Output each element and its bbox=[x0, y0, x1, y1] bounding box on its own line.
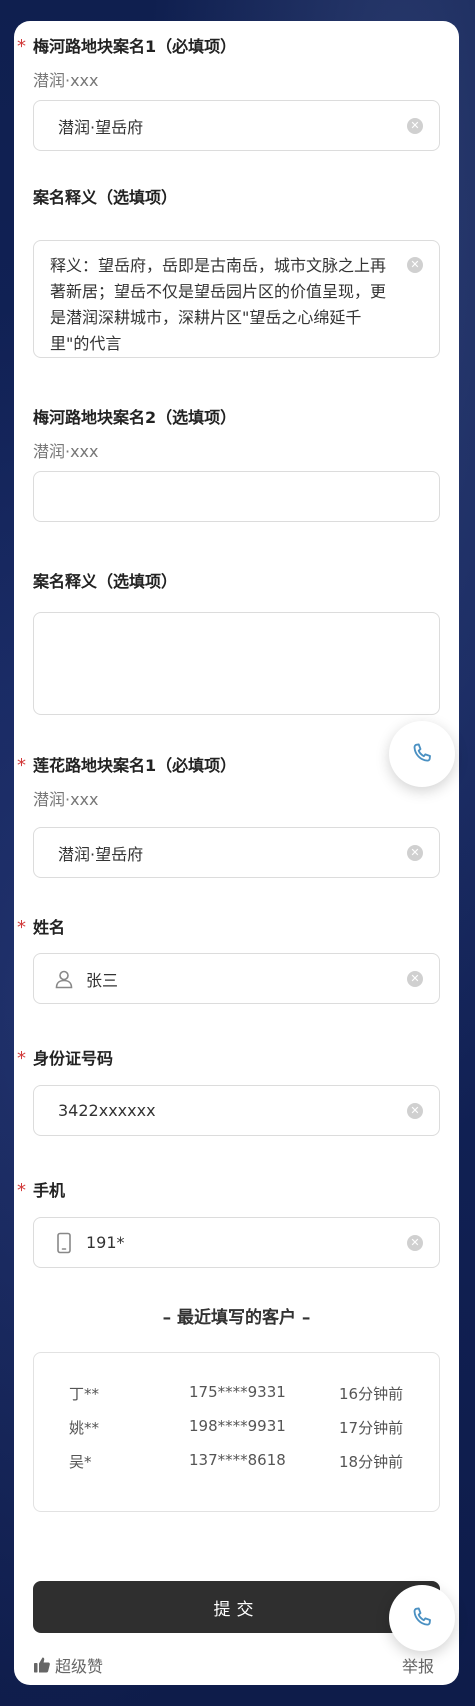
input-value: 潜润·望岳府 bbox=[58, 844, 144, 864]
field-label: 案名释义（选填项） bbox=[33, 188, 178, 207]
like-button[interactable]: 超级赞 bbox=[33, 1653, 103, 1677]
textarea-value bbox=[34, 613, 439, 635]
customer-time: 18分钟前 bbox=[339, 1453, 404, 1471]
field-meihe-name-1: * 梅河路地块案名1（必填项） 潜润·xxx bbox=[14, 31, 459, 90]
customer-phone: 175****9331 bbox=[189, 1383, 286, 1401]
customer-name: 吴* bbox=[69, 1453, 92, 1471]
field-hint: 潜润·xxx bbox=[33, 442, 99, 461]
required-mark: * bbox=[17, 1048, 26, 1069]
field-meihe-desc-1: 案名释义（选填项） bbox=[14, 182, 459, 210]
field-label: 身份证号码 bbox=[33, 1049, 114, 1068]
phone-input[interactable]: 191* ✕ bbox=[33, 1217, 440, 1268]
field-name: * 姓名 bbox=[14, 912, 459, 940]
like-label: 超级赞 bbox=[55, 1657, 104, 1676]
meihe-desc-2-textarea[interactable] bbox=[33, 612, 440, 715]
thumbs-up-icon bbox=[33, 1656, 51, 1674]
meihe-desc-1-textarea[interactable]: 释义：望岳府，岳即是古南岳，城市文脉之上再著新居；望岳不仅是望岳园片区的价值呈现… bbox=[33, 240, 440, 358]
clear-icon[interactable]: ✕ bbox=[407, 117, 423, 134]
field-label: 案名释义（选填项） bbox=[33, 572, 178, 591]
clear-icon[interactable]: ✕ bbox=[407, 844, 423, 861]
list-item: 丁** 175****9331 16分钟前 bbox=[34, 1383, 439, 1409]
meihe-name-1-input[interactable]: 潜润·望岳府 ✕ bbox=[33, 100, 440, 151]
customer-name: 姚** bbox=[69, 1419, 100, 1437]
clear-icon[interactable]: ✕ bbox=[407, 970, 423, 987]
field-label: 姓名 bbox=[33, 918, 66, 937]
field-meihe-desc-2: 案名释义（选填项） bbox=[14, 566, 459, 594]
required-mark: * bbox=[17, 917, 26, 938]
form-card: * 梅河路地块案名1（必填项） 潜润·xxx 潜润·望岳府 ✕ 案名释义（选填项… bbox=[14, 21, 459, 1685]
field-id-card: * 身份证号码 bbox=[14, 1043, 459, 1071]
user-icon bbox=[54, 969, 74, 989]
phone-call-icon bbox=[409, 741, 435, 767]
report-link[interactable]: 举报 bbox=[402, 1653, 434, 1677]
name-input[interactable]: 张三 ✕ bbox=[33, 953, 440, 1004]
required-mark: * bbox=[17, 36, 26, 57]
field-hint: 潜润·xxx bbox=[33, 790, 99, 809]
recent-customers-list: 丁** 175****9331 16分钟前 姚** 198****9931 17… bbox=[33, 1352, 440, 1512]
customer-time: 17分钟前 bbox=[339, 1419, 404, 1437]
field-label: 梅河路地块案名1（必填项） bbox=[33, 37, 237, 56]
list-item: 吴* 137****8618 18分钟前 bbox=[34, 1451, 439, 1477]
clear-icon[interactable]: ✕ bbox=[407, 257, 423, 273]
recent-customers-title: – 最近填写的客户 – bbox=[162, 1308, 311, 1328]
input-value: 191* bbox=[86, 1233, 125, 1252]
customer-time: 16分钟前 bbox=[339, 1385, 404, 1403]
required-mark: * bbox=[17, 755, 26, 776]
clear-icon[interactable]: ✕ bbox=[407, 1234, 423, 1251]
clear-icon[interactable]: ✕ bbox=[407, 1102, 423, 1119]
field-phone: * 手机 bbox=[14, 1175, 459, 1203]
input-value: 3422xxxxxx bbox=[58, 1101, 156, 1120]
customer-name: 丁** bbox=[69, 1385, 100, 1403]
field-label: 梅河路地块案名2（选填项） bbox=[33, 408, 237, 427]
field-label: 手机 bbox=[33, 1181, 66, 1200]
required-mark: * bbox=[17, 1180, 26, 1201]
field-label: 莲花路地块案名1（必填项） bbox=[33, 756, 237, 775]
input-value: 潜润·望岳府 bbox=[58, 117, 144, 137]
id-card-input[interactable]: 3422xxxxxx ✕ bbox=[33, 1085, 440, 1136]
phone-call-button[interactable] bbox=[389, 721, 455, 787]
customer-phone: 137****8618 bbox=[189, 1451, 286, 1469]
customer-phone: 198****9931 bbox=[189, 1417, 286, 1435]
lianhua-name-1-input[interactable]: 潜润·望岳府 ✕ bbox=[33, 827, 440, 878]
textarea-value: 释义：望岳府，岳即是古南岳，城市文脉之上再著新居；望岳不仅是望岳园片区的价值呈现… bbox=[50, 256, 387, 353]
submit-button[interactable]: 提交 bbox=[33, 1581, 440, 1633]
meihe-name-2-input[interactable] bbox=[33, 471, 440, 522]
field-hint: 潜润·xxx bbox=[33, 71, 99, 90]
list-item: 姚** 198****9931 17分钟前 bbox=[34, 1417, 439, 1443]
field-meihe-name-2: 梅河路地块案名2（选填项） 潜润·xxx bbox=[14, 402, 459, 461]
phone-call-icon bbox=[409, 1605, 435, 1631]
mobile-phone-icon bbox=[54, 1232, 74, 1253]
phone-call-button[interactable] bbox=[389, 1585, 455, 1651]
input-value: 张三 bbox=[86, 970, 119, 990]
